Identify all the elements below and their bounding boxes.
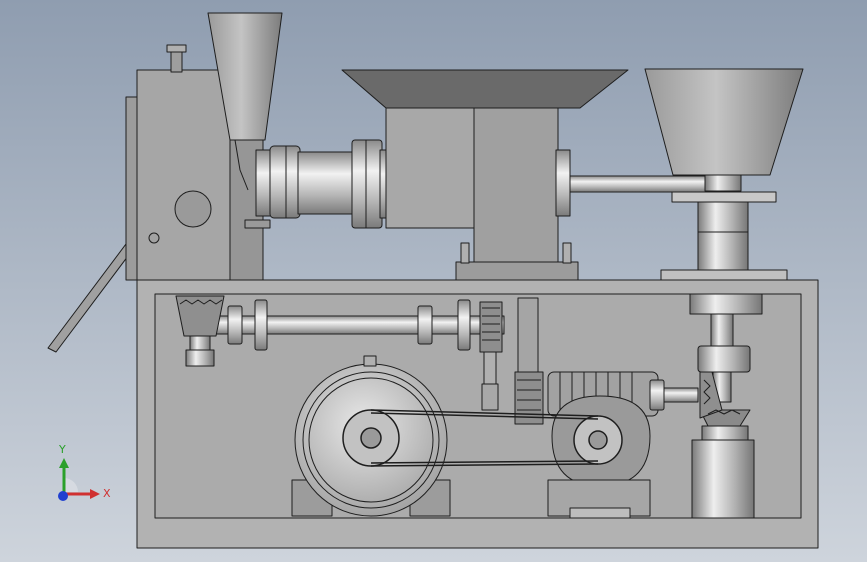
cad-viewport[interactable]: Y X [0, 0, 867, 562]
housing-round-port [174, 190, 212, 228]
housing-small-port [148, 232, 160, 244]
triad-x-label: X [103, 487, 111, 500]
triad-y-label: Y [59, 443, 66, 456]
cad-model-view[interactable] [0, 0, 867, 562]
triad-z-dot [58, 491, 68, 501]
central-hopper [341, 69, 629, 109]
